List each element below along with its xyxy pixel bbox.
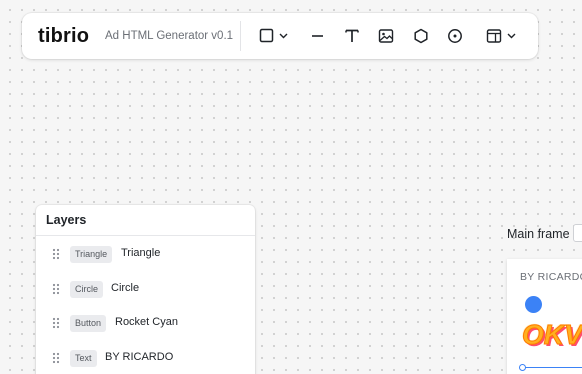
- circle-tool-button[interactable]: [445, 24, 465, 48]
- drag-handle-icon[interactable]: [52, 352, 60, 364]
- layout-tool-button[interactable]: [484, 24, 520, 48]
- layer-name: Rocket Cyan: [115, 316, 178, 328]
- square-icon: [259, 28, 288, 43]
- circle-dot-icon: [448, 29, 462, 43]
- app-title: Ad HTML Generator v0.1: [105, 30, 234, 42]
- image-tool-button[interactable]: [376, 24, 396, 48]
- layer-row-button[interactable]: Button Rocket Cyan: [36, 313, 255, 335]
- layer-row-text[interactable]: Text BY RICARDO: [36, 348, 255, 370]
- shape-tool-button[interactable]: [411, 24, 431, 48]
- layer-name: Circle: [111, 282, 140, 294]
- layer-name: BY RICARDO: [105, 351, 174, 363]
- hexagon-icon: [414, 28, 428, 44]
- line-icon: [312, 35, 323, 37]
- layer-row-triangle[interactable]: Triangle Triangle: [36, 244, 255, 266]
- layer-type-badge: Triangle: [70, 246, 113, 263]
- layer-type-badge: Button: [70, 315, 107, 332]
- frame-options-button[interactable]: [573, 224, 582, 242]
- rectangle-tool-button[interactable]: [258, 24, 292, 48]
- chevron-down-icon: [507, 33, 516, 39]
- drag-handle-icon[interactable]: [52, 283, 60, 295]
- drag-handle-icon[interactable]: [52, 248, 60, 260]
- layer-type-badge: Circle: [70, 281, 104, 298]
- chevron-down-icon: [279, 33, 288, 39]
- text-tool-button[interactable]: [342, 24, 362, 48]
- frame-label[interactable]: Main frame: [507, 227, 570, 241]
- frame-circle-element[interactable]: [525, 296, 542, 313]
- layer-row-circle[interactable]: Circle Circle: [36, 279, 255, 301]
- layout-icon: [486, 29, 516, 43]
- selection-outline: [522, 367, 582, 368]
- drag-handle-icon[interactable]: [52, 317, 60, 329]
- layer-type-badge: Text: [70, 350, 97, 367]
- app-logo: tibrio: [38, 25, 90, 47]
- layers-panel: Layers Triangle Triangle Circle Circle B…: [36, 205, 255, 374]
- image-icon: [378, 29, 394, 43]
- line-tool-button[interactable]: [308, 24, 328, 48]
- frame-text-element[interactable]: BY RICARDO: [520, 271, 582, 283]
- text-icon: [345, 29, 359, 42]
- layer-name: Triangle: [121, 247, 161, 259]
- top-toolbar: tibrio Ad HTML Generator v0.1: [22, 13, 538, 59]
- toolbar-divider: [240, 21, 241, 51]
- resize-handle[interactable]: [519, 364, 526, 371]
- layers-title: Layers: [36, 205, 255, 236]
- main-frame[interactable]: BY RICARDO OKV: [507, 259, 582, 374]
- frame-logo-element[interactable]: OKV: [522, 319, 582, 351]
